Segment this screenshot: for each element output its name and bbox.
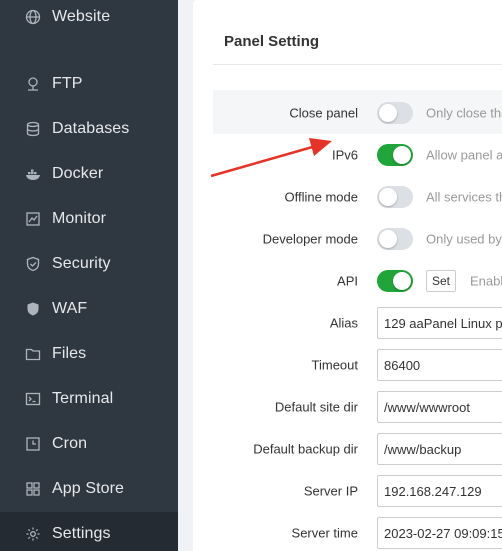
server-ip-input[interactable] [377, 475, 502, 507]
setting-row-api: API Set Enabl [193, 260, 502, 302]
setting-label: API [337, 273, 358, 289]
title-divider [213, 64, 502, 65]
sidebar-item-label: Cron [52, 435, 88, 452]
sidebar-item-website[interactable]: Website [0, 0, 178, 39]
setting-label: Timeout [311, 357, 358, 373]
terminal-icon [24, 390, 42, 408]
sidebar-item-terminal[interactable]: Terminal [0, 377, 178, 421]
ftp-icon [24, 75, 42, 93]
setting-label: Server IP [303, 483, 358, 499]
api-toggle[interactable] [377, 270, 413, 292]
sidebar-item-files[interactable]: Files [0, 332, 178, 376]
setting-row-default-backup-dir: Default backup dir [193, 428, 502, 470]
sidebar-item-label: App Store [52, 480, 125, 497]
app-store-icon [24, 480, 42, 498]
sidebar-item-ftp[interactable]: FTP [0, 62, 178, 106]
sidebar-item-label: Security [52, 255, 111, 272]
setting-hint: Enabl [470, 273, 502, 289]
toggle-knob [393, 272, 411, 290]
setting-row-offline-mode: Offline mode All services the [193, 176, 502, 218]
database-icon [24, 120, 42, 138]
toggle-knob [379, 104, 397, 122]
sidebar-item-label: Monitor [52, 210, 107, 227]
setting-label: Default backup dir [253, 441, 358, 457]
sidebar-item-waf[interactable]: WAF [0, 287, 178, 331]
setting-hint: Allow panel a [426, 147, 502, 163]
clock-icon [24, 435, 42, 453]
setting-hint: All services the [426, 189, 502, 205]
setting-row-server-time: Server time [193, 512, 502, 551]
sidebar-item-monitor[interactable]: Monitor [0, 197, 178, 241]
sidebar-item-label: FTP [52, 75, 83, 92]
setting-row-developer-mode: Developer mode Only used by [193, 218, 502, 260]
setting-row-ipv6: IPv6 Allow panel a [193, 134, 502, 176]
close-panel-toggle[interactable] [377, 102, 413, 124]
server-time-input[interactable] [377, 517, 502, 549]
sidebar: Website FTP Databases Docker Monitor Sec… [0, 0, 178, 551]
panel-settings-card: Panel Setting Close panel Only close the… [193, 0, 502, 551]
alias-input[interactable] [377, 307, 502, 339]
setting-label: Server time [291, 525, 358, 541]
api-set-button[interactable]: Set [426, 270, 457, 292]
toggle-knob [379, 188, 397, 206]
setting-label: Default site dir [274, 399, 358, 415]
setting-hint: Only used by [426, 231, 502, 247]
setting-row-close-panel: Close panel Only close the [193, 92, 502, 134]
shield-icon [24, 255, 42, 273]
setting-hint: Only close the [426, 105, 502, 121]
setting-row-server-ip: Server IP [193, 470, 502, 512]
setting-row-alias: Alias [193, 302, 502, 344]
sidebar-item-settings[interactable]: Settings [0, 512, 178, 551]
sidebar-item-app-store[interactable]: App Store [0, 467, 178, 511]
setting-label: Developer mode [262, 231, 358, 247]
sidebar-item-label: WAF [52, 300, 88, 317]
sidebar-item-cron[interactable]: Cron [0, 422, 178, 466]
sidebar-item-docker[interactable]: Docker [0, 152, 178, 196]
ipv6-toggle[interactable] [377, 144, 413, 166]
offline-mode-toggle[interactable] [377, 186, 413, 208]
setting-label: IPv6 [331, 147, 358, 163]
setting-row-default-site-dir: Default site dir [193, 386, 502, 428]
monitor-icon [24, 210, 42, 228]
gear-icon [24, 525, 42, 543]
setting-label: Alias [329, 315, 358, 331]
sidebar-item-label: Settings [52, 525, 111, 542]
sidebar-item-label: Files [52, 345, 87, 362]
sidebar-item-label: Docker [52, 165, 104, 182]
sidebar-item-label: Terminal [52, 390, 114, 407]
toggle-knob [393, 146, 411, 164]
sidebar-item-databases[interactable]: Databases [0, 107, 178, 151]
default-backup-dir-input[interactable] [377, 433, 502, 465]
globe-icon [24, 8, 42, 26]
toggle-knob [379, 230, 397, 248]
docker-icon [24, 165, 42, 183]
waf-shield-icon [24, 300, 42, 318]
developer-mode-toggle[interactable] [377, 228, 413, 250]
setting-label: Close panel [289, 105, 358, 121]
page-title: Panel Setting [224, 33, 320, 50]
sidebar-item-security[interactable]: Security [0, 242, 178, 286]
sidebar-item-label: Databases [52, 120, 130, 137]
setting-row-timeout: Timeout [193, 344, 502, 386]
default-site-dir-input[interactable] [377, 391, 502, 423]
setting-label: Offline mode [284, 189, 358, 205]
folder-icon [24, 345, 42, 363]
sidebar-item-label: Website [52, 8, 111, 25]
timeout-input[interactable] [377, 349, 502, 381]
